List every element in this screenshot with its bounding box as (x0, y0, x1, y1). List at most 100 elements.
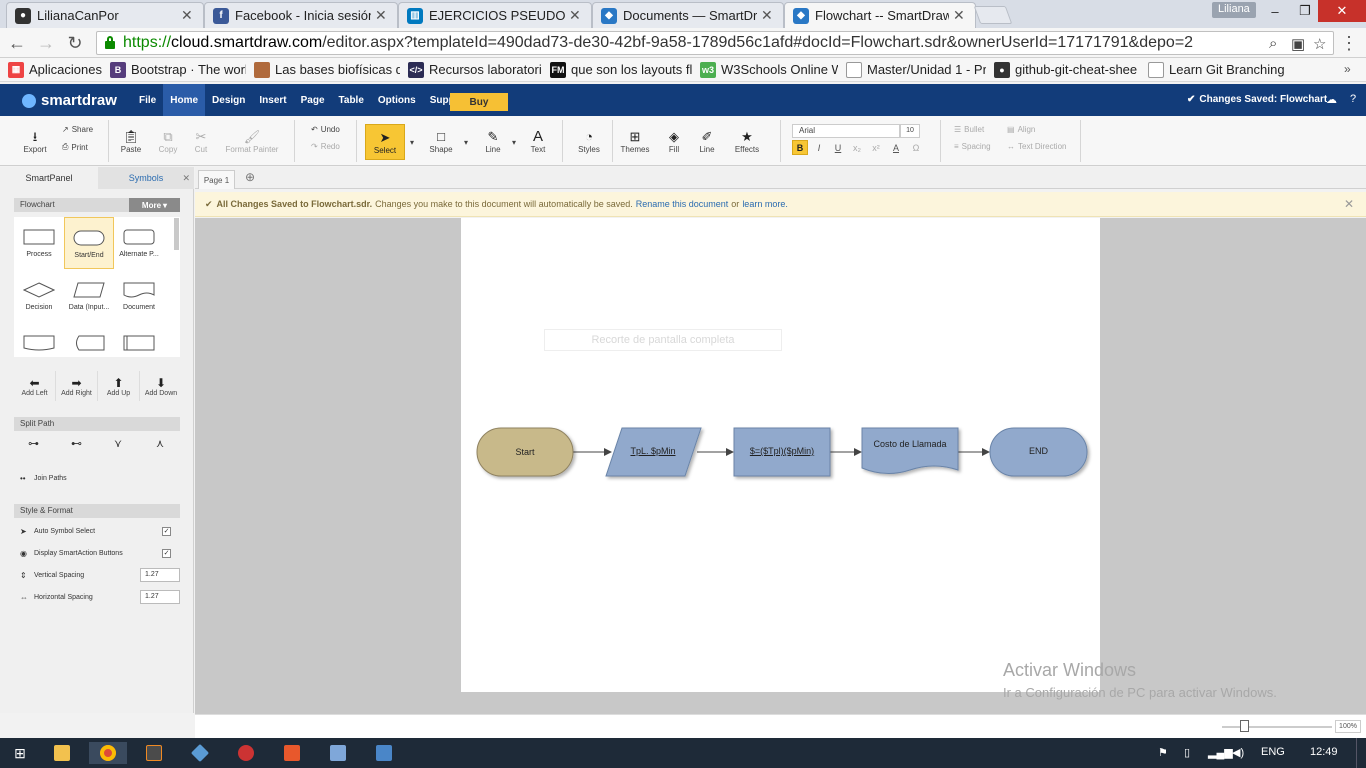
close-window-icon[interactable]: ✕ (1318, 0, 1366, 22)
bookmark-item[interactable]: </> Recursos laboratoria (408, 61, 542, 78)
menu-design[interactable]: Design (205, 84, 252, 116)
browser-tab[interactable]: ▥ EJERCICIOS PSEUDOCÓDI ✕ (398, 2, 592, 28)
maximize-icon[interactable]: ❐ (1292, 0, 1318, 22)
browser-tab[interactable]: ● LilianaCanPor ✕ (6, 2, 204, 28)
learn-more-link[interactable]: learn more. (742, 199, 788, 209)
url-field[interactable]: https://cloud.smartdraw.com/editor.aspx?… (96, 31, 1334, 55)
shape-item[interactable] (114, 323, 164, 357)
shape-start-end[interactable]: Start/End (64, 217, 114, 269)
git-icon[interactable] (181, 742, 219, 764)
print-button[interactable]: ⎙ Print (62, 142, 88, 152)
windows-start-icon[interactable]: ⊞ (0, 742, 40, 764)
shape-document[interactable]: Document (114, 270, 164, 322)
zoom-slider-track[interactable] (1222, 726, 1332, 728)
new-tab-button[interactable] (973, 6, 1013, 24)
office-icon[interactable] (273, 742, 311, 764)
close-icon[interactable]: ✕ (953, 7, 967, 24)
minimize-icon[interactable]: – (1258, 0, 1292, 22)
line-tool-button[interactable]: ✎ Line (480, 116, 506, 166)
chrome-icon[interactable] (89, 742, 127, 764)
undo-button[interactable]: ↶ Undo (311, 125, 340, 134)
bookmark-apps[interactable]: ▦ Aplicaciones (8, 61, 102, 78)
fill-button[interactable]: ◈ Fill (662, 116, 686, 166)
bookmark-item[interactable]: w3 W3Schools Online We (700, 61, 838, 78)
add-down-button[interactable]: ⬇ Add Down (140, 371, 182, 401)
copy-button[interactable]: ⧉ Copy (155, 116, 181, 166)
more-button[interactable]: More ▾ (129, 198, 180, 212)
search-icon[interactable]: ⌕ (1269, 35, 1277, 52)
process-node-label[interactable]: $=($Tpl)($pMin) (734, 446, 830, 456)
bookmark-item[interactable]: Learn Git Branching (1148, 61, 1284, 78)
device-icon[interactable]: ▯ (1184, 746, 1190, 759)
close-icon[interactable]: ✕ (1344, 197, 1354, 211)
tab-symbols[interactable]: Symbols ✕ (98, 167, 194, 189)
split-down-icon[interactable]: ⋎ (114, 437, 122, 450)
clock[interactable]: 12:49 (1310, 746, 1338, 758)
spacing-button[interactable]: ≡ Spacing (954, 142, 991, 151)
menu-file[interactable]: File (132, 84, 163, 116)
add-right-button[interactable]: ➡ Add Right (56, 371, 98, 401)
superscript-icon[interactable]: x² (868, 140, 884, 155)
line-style-button[interactable]: ✐ Line (695, 116, 719, 166)
subscript-icon[interactable]: x₂ (849, 140, 865, 155)
font-size-select[interactable]: 10 (900, 124, 920, 138)
format-painter-button[interactable]: 🖌︎ Format Painter (222, 116, 282, 166)
add-left-button[interactable]: ⬅ Add Left (14, 371, 56, 401)
browser-tab[interactable]: f Facebook - Inicia sesión o ✕ (204, 2, 398, 28)
data-node-label[interactable]: TpL. $pMin (611, 446, 695, 456)
end-node-label[interactable]: END (990, 446, 1087, 456)
split-up-icon[interactable]: ⋏ (156, 437, 164, 450)
vertical-spacing-input[interactable]: 1.27 (140, 568, 180, 582)
menu-icon[interactable]: ⋮ (1338, 32, 1360, 54)
flag-icon[interactable]: ⚑ (1158, 746, 1168, 759)
bold-button[interactable]: B (792, 140, 808, 155)
text-direction-button[interactable]: ↔ Text Direction (1007, 142, 1066, 151)
split-right-icon[interactable]: ⊶ (28, 437, 39, 450)
browser-tab[interactable]: ◆ Documents — SmartDraw C ✕ (592, 2, 784, 28)
styles-button[interactable]: ◔ Styles (574, 116, 604, 166)
add-up-button[interactable]: ⬆ Add Up (98, 371, 140, 401)
close-icon[interactable]: ✕ (375, 7, 389, 24)
forward-icon[interactable]: → (35, 32, 57, 54)
paint-icon[interactable] (227, 742, 265, 764)
drawing-page[interactable]: Recorte de pantalla completa Start TpL. … (461, 218, 1100, 692)
menu-page[interactable]: Page (294, 84, 332, 116)
menu-options[interactable]: Options (371, 84, 423, 116)
file-explorer-icon[interactable] (43, 742, 81, 764)
zoom-value[interactable]: 100% (1335, 720, 1361, 733)
zoom-slider-thumb[interactable] (1240, 720, 1249, 732)
export-button[interactable]: ⭳ Export (20, 116, 50, 166)
more-bookmarks-icon[interactable]: » (1344, 62, 1351, 76)
close-icon[interactable]: ✕ (569, 7, 583, 24)
translate-icon[interactable]: ▣ (1291, 35, 1305, 53)
shape-item[interactable] (64, 323, 114, 357)
cut-button[interactable]: ✂ Cut (190, 116, 212, 166)
tab-smartpanel[interactable]: SmartPanel (0, 167, 98, 189)
network-icon[interactable]: ▂▄▆ (1208, 746, 1233, 759)
bookmark-item[interactable]: Las bases biofísicas de (254, 61, 400, 78)
split-left-icon[interactable]: ⊷ (71, 437, 82, 450)
profile-button[interactable]: Liliana (1212, 2, 1256, 18)
volume-icon[interactable]: ◀) (1232, 746, 1244, 759)
omega-icon[interactable]: Ω (908, 140, 924, 155)
font-family-select[interactable]: Arial (792, 124, 900, 138)
themes-button[interactable]: ⊞ Themes (618, 116, 652, 166)
close-icon[interactable]: ✕ (181, 7, 195, 24)
bookmark-item[interactable]: ● github-git-cheat-shee (994, 61, 1140, 78)
auto-symbol-select-checkbox[interactable]: ✓ (162, 527, 171, 536)
show-desktop-button[interactable] (1356, 738, 1366, 768)
shape-dropdown-icon[interactable]: ▾ (464, 138, 468, 147)
bookmark-item[interactable]: Master/Unidad 1 - Pre (846, 61, 986, 78)
buy-button[interactable]: Buy (450, 93, 508, 111)
effects-button[interactable]: ★ Effects (730, 116, 764, 166)
shape-item[interactable] (14, 323, 64, 357)
bookmark-item[interactable]: FM que son los layouts fle (550, 61, 692, 78)
back-icon[interactable]: ← (6, 32, 28, 54)
close-icon[interactable]: ✕ (761, 7, 775, 24)
text-color-icon[interactable]: A (888, 140, 904, 155)
cloud-icon[interactable]: ☁ (1326, 93, 1337, 106)
bullet-button[interactable]: ☰ Bullet (954, 125, 984, 134)
redo-button[interactable]: ↷ Redo (311, 142, 340, 151)
rename-document-link[interactable]: Rename this document (636, 199, 729, 209)
italic-button[interactable]: I (811, 140, 827, 155)
